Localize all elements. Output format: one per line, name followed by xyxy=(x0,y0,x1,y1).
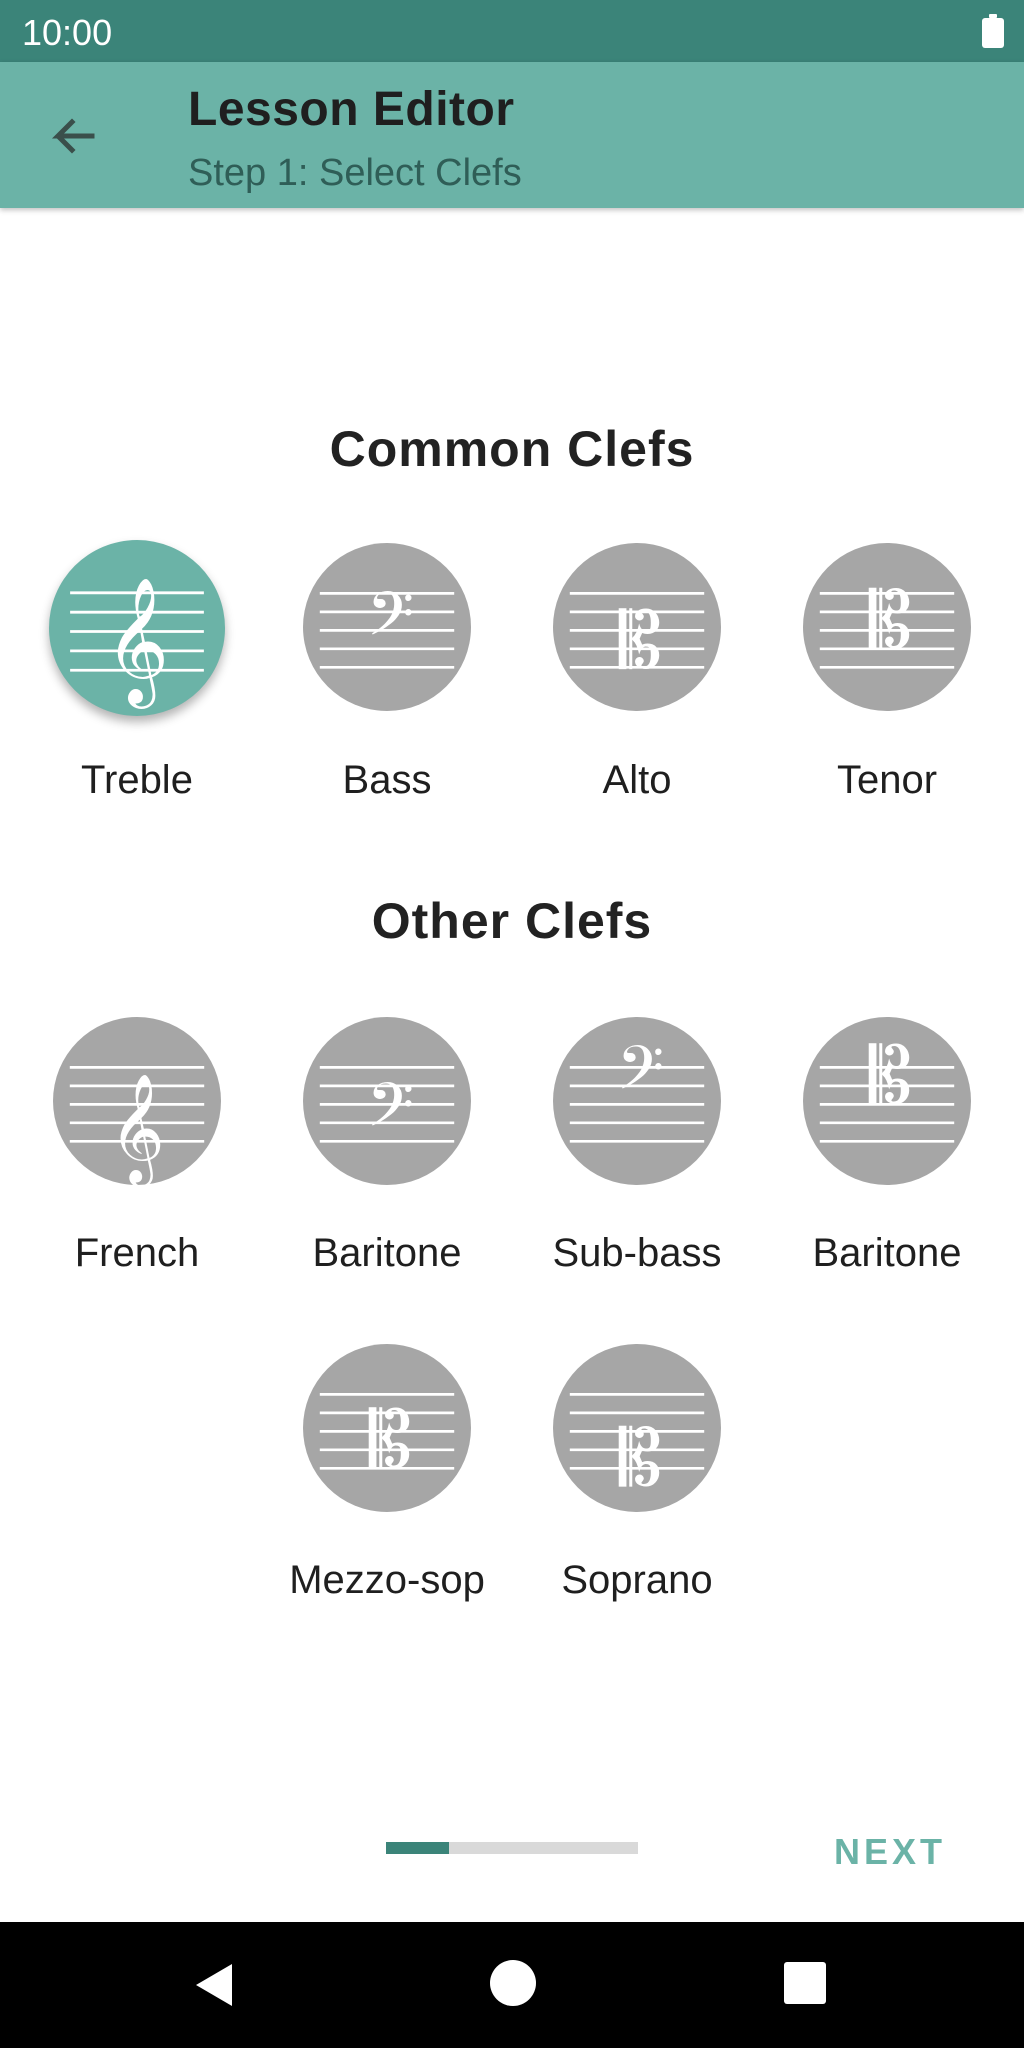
mezzo-soprano-clef-icon: 𝄡 xyxy=(319,1393,455,1486)
french-clef-icon: 𝄞 xyxy=(69,1066,205,1185)
baritone-c-clef-icon: 𝄡 xyxy=(819,1032,955,1143)
alto-clef-icon: 𝄡 xyxy=(569,592,705,686)
bass-clef-icon: 𝄢 xyxy=(319,579,455,669)
clef-alto-label: Alto xyxy=(602,758,672,802)
page-subtitle: Step 1: Select Clefs xyxy=(188,152,522,194)
clef-baritone-c-label: Baritone xyxy=(812,1231,962,1275)
arrow-back-icon xyxy=(51,118,95,154)
clef-french-label: French xyxy=(74,1231,200,1275)
svg-text:𝄞: 𝄞 xyxy=(109,1074,165,1185)
svg-text:𝄡: 𝄡 xyxy=(619,1414,662,1504)
svg-text:𝄞: 𝄞 xyxy=(105,576,169,709)
step-progress-bar xyxy=(386,1842,638,1854)
clef-mezzo-soprano-button[interactable]: 𝄡 xyxy=(303,1344,471,1512)
svg-text:𝄡: 𝄡 xyxy=(369,1396,412,1486)
back-button[interactable] xyxy=(40,106,104,170)
system-nav-bar xyxy=(0,1922,1024,2048)
clef-baritone-f-label: Baritone xyxy=(312,1231,462,1275)
nav-back-icon[interactable] xyxy=(190,1960,240,2010)
tenor-clef-icon: 𝄡 xyxy=(819,576,955,669)
clef-bass-button[interactable]: 𝄢 xyxy=(303,543,471,711)
clef-soprano-label: Soprano xyxy=(561,1558,713,1602)
clef-sub-bass-button[interactable]: 𝄢 xyxy=(553,1017,721,1185)
svg-text:𝄡: 𝄡 xyxy=(619,596,662,686)
clef-treble-label: Treble xyxy=(81,758,193,802)
clef-baritone-c-button[interactable]: 𝄡 xyxy=(803,1017,971,1185)
status-time: 10:00 xyxy=(22,12,113,53)
page-title: Lesson Editor xyxy=(188,83,515,136)
clef-bass-label: Bass xyxy=(342,758,432,802)
next-button[interactable]: NEXT xyxy=(820,1822,960,1882)
status-bar: 10:00 xyxy=(0,0,1024,62)
sub-bass-clef-icon: 𝄢 xyxy=(569,1033,705,1143)
treble-clef-icon: 𝄞 xyxy=(70,576,204,709)
svg-text:𝄢: 𝄢 xyxy=(617,1033,665,1119)
nav-recents-icon[interactable] xyxy=(784,1962,826,2004)
baritone-f-clef-icon: 𝄢 xyxy=(319,1066,455,1156)
common-clefs-heading: Common Clefs xyxy=(329,421,695,477)
clef-tenor-button[interactable]: 𝄡 xyxy=(803,543,971,711)
clef-soprano-button[interactable]: 𝄡 xyxy=(553,1344,721,1512)
step-progress-fill xyxy=(386,1842,449,1854)
svg-text:𝄢: 𝄢 xyxy=(367,579,415,665)
other-clefs-heading: Other Clefs xyxy=(371,893,653,949)
nav-home-icon[interactable] xyxy=(490,1960,536,2006)
clef-alto-button[interactable]: 𝄡 xyxy=(553,543,721,711)
svg-text:𝄡: 𝄡 xyxy=(869,576,912,666)
clef-mezzo-soprano-label: Mezzo-sop xyxy=(289,1558,485,1602)
clef-treble-button[interactable]: 𝄞 xyxy=(49,540,225,716)
clef-sub-bass-label: Sub-bass xyxy=(552,1231,722,1275)
clef-baritone-f-button[interactable]: 𝄢 xyxy=(303,1017,471,1185)
clef-tenor-label: Tenor xyxy=(836,758,938,802)
svg-text:𝄡: 𝄡 xyxy=(869,1032,912,1122)
soprano-clef-icon: 𝄡 xyxy=(569,1393,705,1504)
battery-full-icon xyxy=(982,14,1004,48)
app-bar: Lesson Editor Step 1: Select Clefs xyxy=(0,62,1024,208)
svg-text:𝄢: 𝄢 xyxy=(367,1070,415,1156)
clef-french-button[interactable]: 𝄞 xyxy=(53,1017,221,1185)
